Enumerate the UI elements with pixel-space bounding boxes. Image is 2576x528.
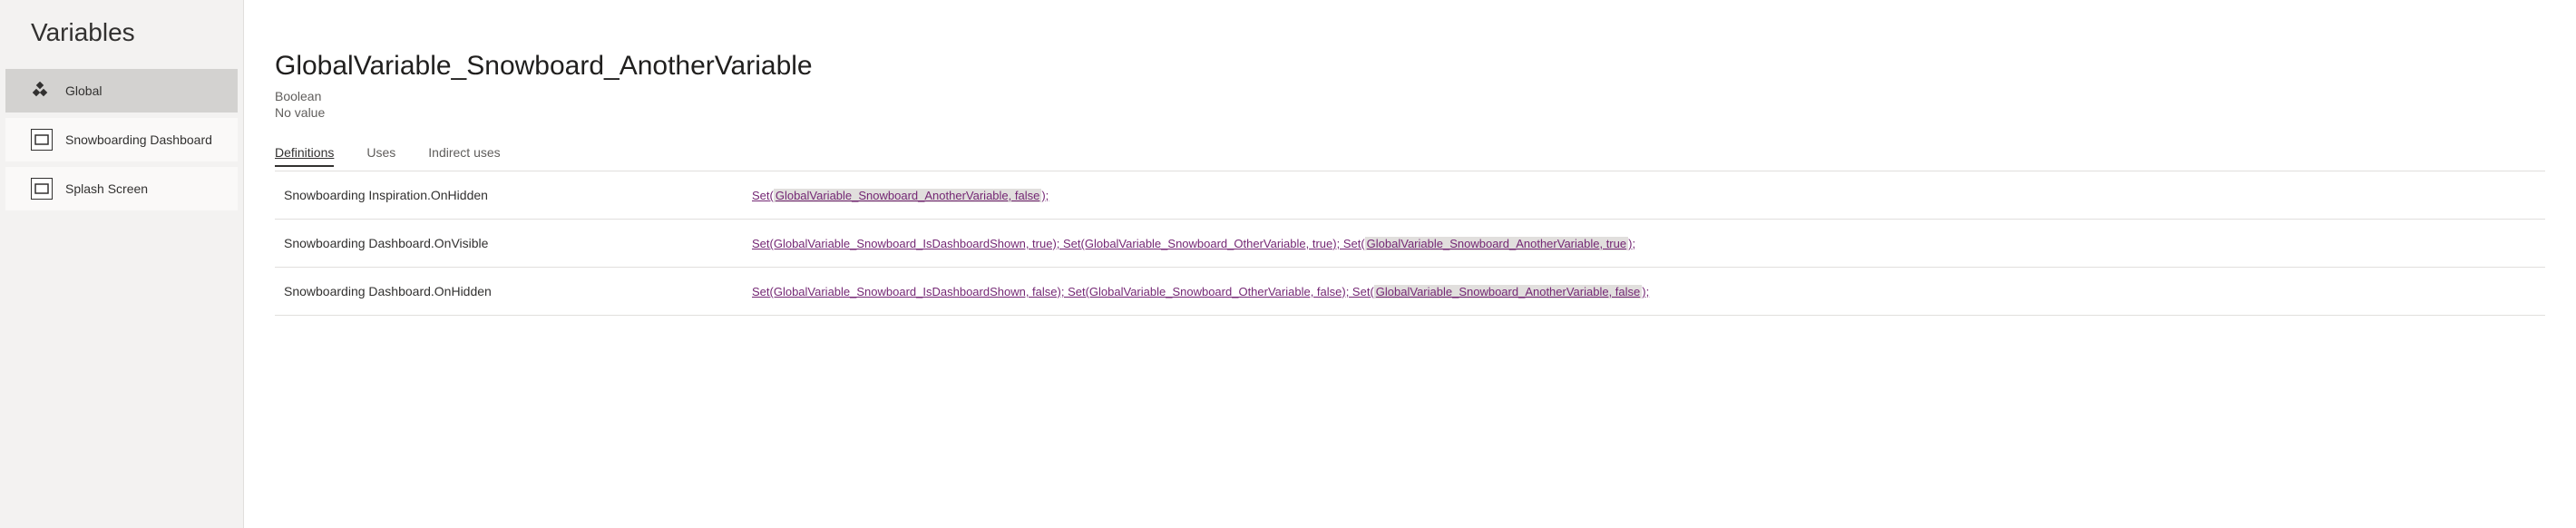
definition-location: Snowboarding Inspiration.OnHidden <box>275 171 752 220</box>
sidebar-item-splash-screen[interactable]: Splash Screen <box>5 167 238 210</box>
tab-indirect-uses[interactable]: Indirect uses <box>428 145 500 167</box>
definition-row: Snowboarding Dashboard.OnHidden Set(Glob… <box>275 268 2545 316</box>
tabs: Definitions Uses Indirect uses <box>275 145 2576 167</box>
variable-title: GlobalVariable_Snowboard_AnotherVariable <box>275 51 2576 82</box>
variable-type: Boolean <box>275 89 2576 103</box>
definition-formula-cell: Set(GlobalVariable_Snowboard_IsDashboard… <box>752 268 2545 316</box>
definition-location: Snowboarding Dashboard.OnHidden <box>275 268 752 316</box>
sidebar-title: Variables <box>0 0 243 69</box>
tab-definitions[interactable]: Definitions <box>275 145 334 167</box>
definition-formula-cell: Set(GlobalVariable_Snowboard_IsDashboard… <box>752 220 2545 268</box>
definition-location: Snowboarding Dashboard.OnVisible <box>275 220 752 268</box>
definition-formula-cell: Set(GlobalVariable_Snowboard_AnotherVari… <box>752 171 2545 220</box>
definition-formula[interactable]: Set(GlobalVariable_Snowboard_IsDashboard… <box>752 285 1649 298</box>
tab-uses[interactable]: Uses <box>366 145 395 167</box>
sidebar-item-label: Splash Screen <box>65 181 148 196</box>
screen-icon <box>31 129 53 151</box>
definition-formula[interactable]: Set(GlobalVariable_Snowboard_IsDashboard… <box>752 237 1635 250</box>
main-panel: GlobalVariable_Snowboard_AnotherVariable… <box>244 0 2576 528</box>
sidebar: Variables Global Snowboarding Dashboard <box>0 0 244 528</box>
sidebar-items: Global Snowboarding Dashboard Splash Scr… <box>0 69 243 210</box>
definitions-table: Snowboarding Inspiration.OnHidden Set(Gl… <box>275 171 2545 316</box>
screen-icon <box>31 178 53 200</box>
definition-row: Snowboarding Dashboard.OnVisible Set(Glo… <box>275 220 2545 268</box>
sidebar-item-global[interactable]: Global <box>5 69 238 112</box>
sidebar-item-label: Global <box>65 83 102 98</box>
sidebar-item-label: Snowboarding Dashboard <box>65 132 212 147</box>
definition-row: Snowboarding Inspiration.OnHidden Set(Gl… <box>275 171 2545 220</box>
definition-formula[interactable]: Set(GlobalVariable_Snowboard_AnotherVari… <box>752 189 1049 202</box>
variable-value: No value <box>275 105 2576 120</box>
diamond-icon <box>31 80 53 102</box>
sidebar-item-snowboarding-dashboard[interactable]: Snowboarding Dashboard <box>5 118 238 161</box>
